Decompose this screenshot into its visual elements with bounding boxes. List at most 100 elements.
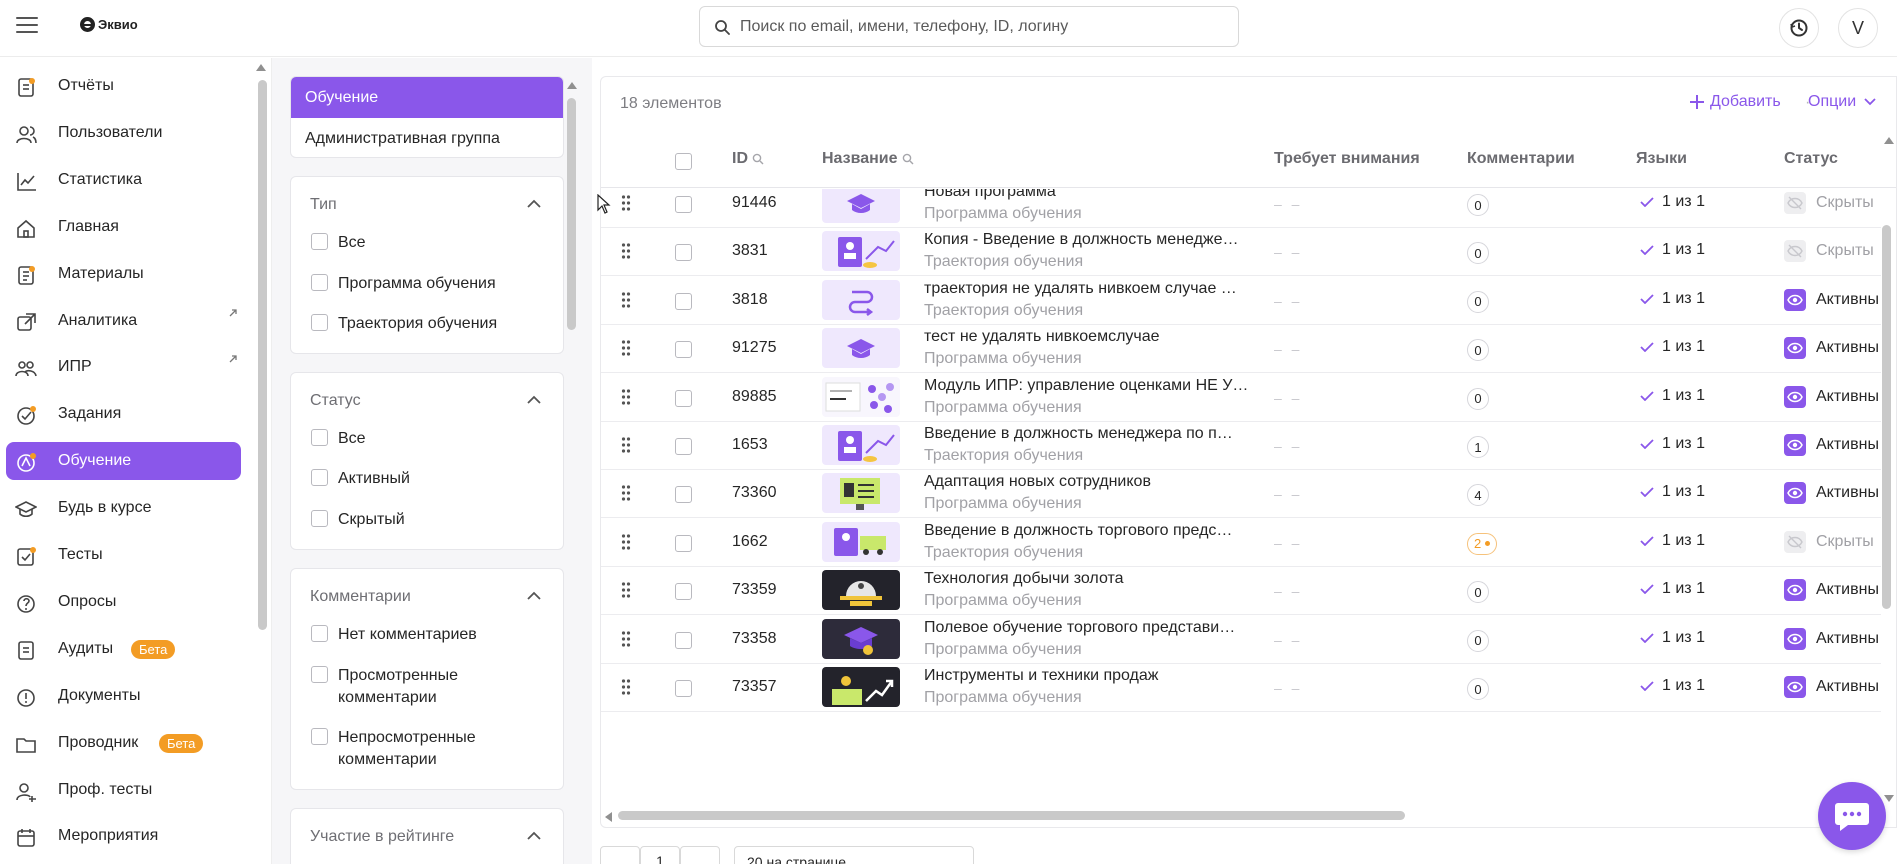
row-status[interactable]: Активны: [1784, 434, 1879, 456]
column-name[interactable]: Название: [822, 150, 914, 168]
drag-handle-icon[interactable]: [621, 484, 631, 502]
sidebar-item-6[interactable]: ИПР: [6, 348, 241, 386]
filter-option[interactable]: Программа обучения: [311, 273, 513, 295]
checkbox[interactable]: [311, 625, 328, 642]
row-thumbnail[interactable]: [822, 667, 900, 707]
sidebar-item-5[interactable]: Аналитика: [6, 302, 241, 340]
sidebar-item-11[interactable]: Опросы: [6, 583, 241, 621]
sidebar-item-14[interactable]: Проводник Бета: [6, 724, 241, 762]
column-attention[interactable]: Требует внимания: [1274, 150, 1420, 168]
nav-scroll-up-icon[interactable]: [256, 64, 266, 71]
row-status[interactable]: Активны: [1784, 337, 1879, 360]
row-checkbox[interactable]: [675, 583, 692, 601]
add-button[interactable]: Добавить: [1690, 93, 1781, 111]
column-comments[interactable]: Комментарии: [1467, 150, 1575, 168]
row-status[interactable]: Активны: [1784, 385, 1879, 408]
filter-scroll-up-icon[interactable]: [567, 82, 577, 89]
row-title[interactable]: Технология добычи золота: [924, 570, 1124, 588]
row-title[interactable]: Инструменты и техники продаж: [924, 667, 1159, 685]
drag-handle-icon[interactable]: [621, 533, 631, 551]
drag-handle-icon[interactable]: [621, 581, 631, 599]
history-button[interactable]: [1779, 8, 1819, 48]
row-comments-badge[interactable]: 0: [1467, 339, 1489, 362]
drag-handle-icon[interactable]: [621, 678, 631, 696]
row-thumbnail[interactable]: [822, 570, 900, 611]
sidebar-item-8[interactable]: Обучение: [6, 442, 241, 481]
row-title[interactable]: Новая программа: [924, 189, 1056, 201]
prev-page-button[interactable]: [600, 846, 640, 864]
row-title[interactable]: Модуль ИПР: управление оценками НЕ У…: [924, 377, 1248, 395]
app-logo[interactable]: Эквио: [80, 17, 138, 32]
filter-option[interactable]: Непросмотренные комментарии: [311, 727, 513, 771]
row-comments-badge[interactable]: 0: [1467, 194, 1489, 216]
table-row[interactable]: 1662 Введение в должность торгового предс…: [601, 518, 1881, 567]
row-thumbnail[interactable]: [822, 425, 900, 465]
table-row[interactable]: 3831 Копия - Введение в должность менедже…: [601, 227, 1881, 277]
next-page-button[interactable]: [680, 846, 720, 864]
row-title[interactable]: тест не удалять нивкоемслучае: [924, 328, 1160, 346]
table-row[interactable]: 1653 Введение в должность менеджера по п……: [601, 421, 1881, 470]
drag-handle-icon[interactable]: [621, 194, 631, 212]
row-status[interactable]: Активны: [1784, 288, 1879, 311]
row-thumbnail[interactable]: [822, 189, 900, 223]
table-vertical-scrollbar[interactable]: [1882, 225, 1891, 609]
filter-option[interactable]: Просмотренные комментарии: [311, 665, 513, 709]
drag-handle-icon[interactable]: [621, 291, 631, 309]
checkbox[interactable]: [311, 314, 328, 331]
checkbox[interactable]: [311, 429, 328, 446]
row-thumbnail[interactable]: [822, 521, 900, 562]
row-checkbox[interactable]: [675, 680, 692, 697]
drag-handle-icon[interactable]: [621, 388, 631, 406]
row-status[interactable]: Скрыты: [1784, 192, 1874, 214]
sidebar-item-16[interactable]: Мероприятия: [6, 817, 241, 855]
checkbox[interactable]: [311, 666, 328, 683]
drag-handle-icon[interactable]: [621, 339, 631, 357]
row-status[interactable]: Активны: [1784, 676, 1879, 698]
row-comments-badge[interactable]: 2: [1467, 532, 1498, 555]
row-comments-badge[interactable]: 0: [1467, 629, 1489, 652]
search-input[interactable]: [740, 17, 1238, 36]
global-search[interactable]: [699, 6, 1239, 47]
table-row[interactable]: 91446 Новая программа Программа обучения – …: [601, 189, 1881, 228]
row-thumbnail[interactable]: [822, 618, 900, 659]
filter-option[interactable]: Скрытый: [311, 509, 513, 531]
checkbox[interactable]: [311, 274, 328, 291]
row-title[interactable]: Адаптация новых сотрудников: [924, 473, 1151, 491]
row-status[interactable]: Скрыты: [1784, 530, 1874, 553]
filter-option[interactable]: Все: [311, 232, 513, 254]
row-title[interactable]: траектория не удалять нивкоем случае …: [924, 280, 1237, 298]
row-thumbnail[interactable]: [822, 376, 900, 417]
checkbox[interactable]: [311, 233, 328, 250]
row-checkbox[interactable]: [675, 292, 692, 310]
row-checkbox[interactable]: [675, 486, 692, 504]
table-scroll-up-icon[interactable]: [1884, 137, 1894, 144]
column-languages[interactable]: Языки: [1636, 150, 1687, 168]
select-all-checkbox[interactable]: [675, 153, 692, 170]
chevron-up-icon[interactable]: [527, 591, 541, 601]
user-avatar[interactable]: V: [1838, 8, 1878, 48]
row-checkbox[interactable]: [675, 341, 692, 359]
column-id[interactable]: ID: [732, 150, 764, 168]
table-row[interactable]: 73358 Полевое обучение торгового представ…: [601, 615, 1881, 664]
row-comments-badge[interactable]: 0: [1467, 678, 1489, 700]
chevron-up-icon[interactable]: [527, 199, 541, 209]
filter-option[interactable]: Все: [311, 428, 513, 450]
nav-scrollbar[interactable]: [258, 80, 267, 630]
row-comments-badge[interactable]: 0: [1467, 581, 1489, 604]
table-scroll-left-icon[interactable]: [605, 812, 612, 822]
sidebar-item-9[interactable]: Будь в курсе: [6, 489, 241, 527]
column-search-icon[interactable]: [752, 153, 764, 165]
page-number-button[interactable]: 1: [640, 846, 680, 864]
table-row[interactable]: 73357 Инструменты и техники продаж Програм…: [601, 663, 1881, 712]
sidebar-item-2[interactable]: Статистика: [6, 161, 241, 199]
checkbox[interactable]: [311, 510, 328, 527]
sidebar-item-15[interactable]: Проф. тесты: [6, 771, 241, 809]
chevron-up-icon[interactable]: [527, 395, 541, 405]
page-size-select[interactable]: 20 на странице: [734, 846, 974, 864]
options-dropdown[interactable]: Опции: [1808, 93, 1876, 111]
filter-scrollbar[interactable]: [567, 98, 576, 330]
row-thumbnail[interactable]: [822, 231, 900, 272]
row-checkbox[interactable]: [675, 438, 692, 455]
table-row[interactable]: 73360 Адаптация новых сотрудников Программ…: [601, 469, 1881, 519]
sidebar-item-7[interactable]: Задания: [6, 395, 241, 433]
